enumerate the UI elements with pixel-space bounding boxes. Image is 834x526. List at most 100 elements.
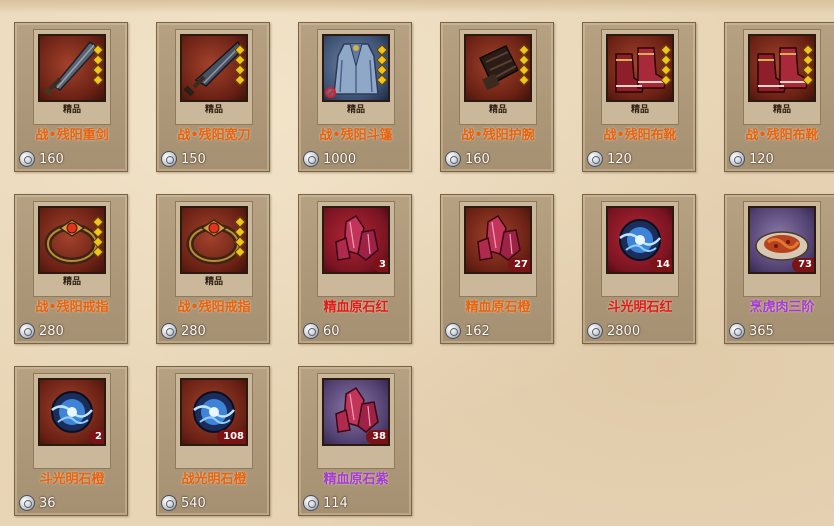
quality-label: 精品 (204, 105, 223, 115)
light-orb-icon: 108 (180, 378, 248, 446)
item-icon-frame: 精品 (33, 29, 111, 125)
item-name: 精血原石紫 (323, 472, 389, 487)
silver-coin-icon (161, 151, 177, 167)
silver-coin-icon (729, 151, 745, 167)
silver-coin-icon (19, 495, 35, 511)
item-icon-frame: 精品 (175, 201, 253, 297)
item-card[interactable]: 精品 战•残阳重剑 160 (14, 22, 128, 172)
item-name: 战•残阳护腕 (461, 128, 535, 143)
item-name: 烹虎肉三阶 (749, 300, 815, 315)
silver-coin-icon (445, 323, 461, 339)
item-icon-frame: 108 (175, 373, 253, 469)
light-orb-icon: 14 (606, 206, 674, 274)
silver-coin-icon (587, 323, 603, 339)
quality-label: 精品 (62, 105, 81, 115)
item-icon-frame: 精品 (601, 29, 679, 125)
item-price: 120 (749, 151, 774, 167)
item-card[interactable]: 27 精血原石橙 162 (440, 194, 554, 344)
price-row: 2800 (587, 322, 640, 340)
broad-blade-icon (180, 34, 248, 102)
item-price: 280 (39, 323, 64, 339)
meat-dish-icon: 73 (748, 206, 816, 274)
item-icon-frame: 精品 (175, 29, 253, 125)
quality-label: 精品 (772, 105, 791, 115)
item-name: 战•残阳斗篷 (319, 128, 393, 143)
price-row: 162 (445, 322, 490, 340)
crystal-icon: 38 (322, 378, 390, 446)
item-price: 365 (749, 323, 774, 339)
item-card[interactable]: 精品 战•残阳宽刀 150 (156, 22, 270, 172)
silver-coin-icon (19, 323, 35, 339)
item-price: 36 (39, 495, 56, 511)
boots-icon (748, 34, 816, 102)
item-card[interactable]: 2 斗光明石橙 36 (14, 366, 128, 516)
item-icon-frame: 精品 (317, 29, 395, 125)
rank-diamond-icon (234, 74, 246, 86)
price-row: 540 (161, 494, 206, 512)
price-row: 120 (587, 150, 632, 168)
price-row: 280 (19, 322, 64, 340)
star-rank-indicator (234, 44, 246, 86)
stack-count-badge: 27 (508, 258, 530, 272)
quality-label: 精品 (630, 105, 649, 115)
item-card[interactable]: 精品战•残阳护腕 160 (440, 22, 554, 172)
item-card[interactable]: 精品 战•残阳戒指 280 (14, 194, 128, 344)
item-name: 斗光明石橙 (39, 472, 105, 487)
stack-count-badge: 3 (373, 258, 388, 272)
price-row: 365 (729, 322, 774, 340)
item-price: 1000 (323, 151, 357, 167)
price-row: 150 (161, 150, 206, 168)
item-card[interactable]: 14 斗光明石红 2800 (582, 194, 696, 344)
rank-diamond-icon (234, 246, 246, 258)
item-card[interactable]: 38 精血原石紫 114 (298, 366, 412, 516)
item-icon-frame: 73 (743, 201, 821, 297)
price-row: 1000 (303, 150, 356, 168)
item-card[interactable]: 精品 战•残阳布靴 120 (582, 22, 696, 172)
item-name: 战•残阳布靴 (745, 128, 819, 143)
quality-label: 精品 (488, 105, 507, 115)
star-rank-indicator (92, 216, 104, 258)
silver-coin-icon (445, 151, 461, 167)
silver-coin-icon (161, 495, 177, 511)
rank-diamond-icon (518, 74, 530, 86)
stack-count-badge: 14 (650, 258, 672, 272)
item-price: 162 (465, 323, 490, 339)
quality-label: 精品 (62, 277, 81, 287)
rank-diamond-icon (376, 74, 388, 86)
star-rank-indicator (376, 44, 388, 86)
item-card[interactable]: 精品战•残阳戒指 280 (156, 194, 270, 344)
silver-coin-icon (303, 495, 319, 511)
item-card[interactable]: 精品战•残阳布靴 120 (724, 22, 834, 172)
price-row: 36 (19, 494, 56, 512)
item-icon-frame: 精品 (33, 201, 111, 297)
price-row: 160 (445, 150, 490, 168)
item-name: 精血原石橙 (465, 300, 531, 315)
item-card[interactable]: 73 烹虎肉三阶 365 (724, 194, 834, 344)
item-card[interactable]: 3 精血原石红 60 (298, 194, 412, 344)
item-icon-frame: 精品 (743, 29, 821, 125)
item-price: 2800 (607, 323, 641, 339)
silver-coin-icon (587, 151, 603, 167)
item-price: 280 (181, 323, 206, 339)
price-row: 120 (729, 150, 774, 168)
rank-diamond-icon (802, 74, 814, 86)
star-rank-indicator (802, 44, 814, 86)
silver-coin-icon (19, 151, 35, 167)
item-card[interactable]: 精品战•残阳斗篷 1000 (298, 22, 412, 172)
boots-icon (606, 34, 674, 102)
item-icon-frame: 2 (33, 373, 111, 469)
crystal-icon: 27 (464, 206, 532, 274)
ring-icon (180, 206, 248, 274)
rank-diamond-icon (92, 74, 104, 86)
item-card[interactable]: 108 战光明石橙 540 (156, 366, 270, 516)
item-icon-frame: 14 (601, 201, 679, 297)
stack-count-badge: 38 (366, 430, 388, 444)
star-rank-indicator (660, 44, 672, 86)
item-price: 160 (39, 151, 64, 167)
quality-label: 精品 (204, 277, 223, 287)
greatsword-icon (38, 34, 106, 102)
silver-coin-icon (161, 323, 177, 339)
item-icon-frame: 38 (317, 373, 395, 469)
item-price: 540 (181, 495, 206, 511)
item-name: 战•残阳戒指 (177, 300, 251, 315)
